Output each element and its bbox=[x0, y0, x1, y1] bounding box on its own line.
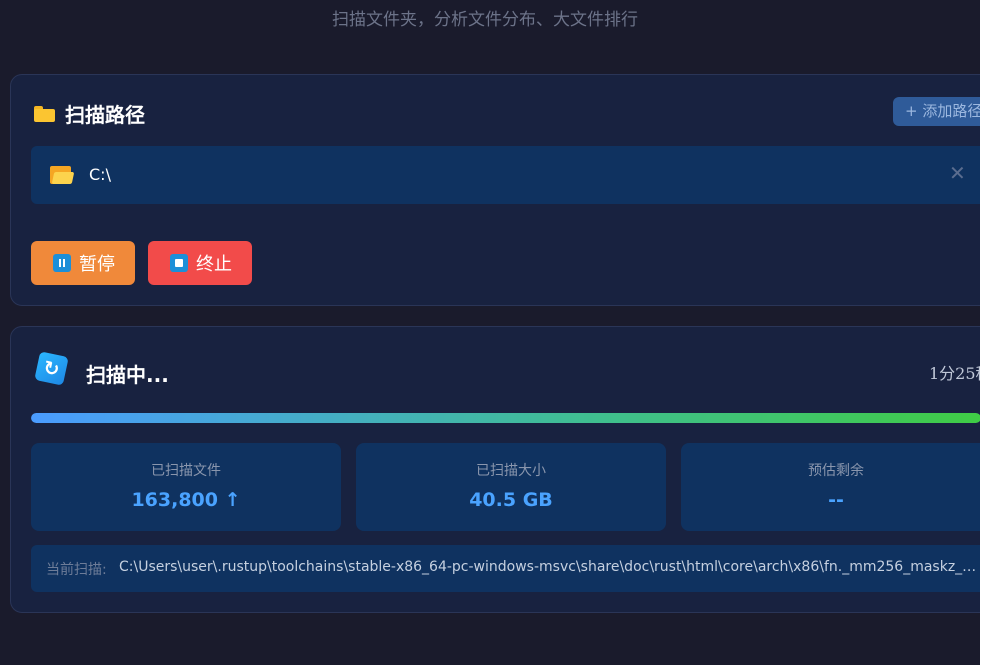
current-scan-label: 当前扫描: bbox=[46, 562, 107, 578]
elapsed-time: 1分25秒 bbox=[929, 364, 981, 383]
progress-fill bbox=[31, 413, 981, 423]
stat-scanned-size: 已扫描大小 40.5 GB bbox=[356, 443, 666, 531]
stat-label: 预估剩余 bbox=[808, 463, 864, 479]
scan-path-header: 扫描路径 bbox=[34, 99, 145, 128]
scan-progress-card: ↻ 扫描中... 1分25秒 已扫描文件 163,800 ↑ 已扫描大小 40.… bbox=[10, 326, 981, 613]
stat-label: 已扫描大小 bbox=[476, 463, 546, 479]
stat-label: 已扫描文件 bbox=[151, 463, 221, 479]
stat-value: 163,800 ↑ bbox=[131, 489, 241, 511]
remove-path-icon[interactable]: ✕ bbox=[949, 161, 966, 185]
current-scan-row: 当前扫描: C:\Users\user\.rustup\toolchains\s… bbox=[31, 545, 981, 592]
stop-button[interactable]: 终止 bbox=[148, 241, 252, 285]
stat-value: 40.5 GB bbox=[469, 489, 553, 511]
stat-estimated-remaining: 预估剩余 -- bbox=[681, 443, 981, 531]
folder-icon bbox=[34, 105, 55, 122]
progress-bar bbox=[31, 413, 981, 423]
stop-icon bbox=[170, 254, 188, 272]
pause-icon bbox=[53, 254, 71, 272]
scan-status-title: 扫描中... bbox=[86, 363, 169, 387]
stat-value: -- bbox=[828, 489, 844, 511]
pause-label: 暂停 bbox=[79, 254, 115, 275]
scan-path-title: 扫描路径 bbox=[65, 103, 145, 127]
stop-label: 终止 bbox=[196, 254, 232, 275]
add-path-button[interactable]: + 添加路径 bbox=[893, 97, 981, 126]
path-text: C:\ bbox=[89, 165, 111, 184]
refresh-icon: ↻ bbox=[34, 351, 69, 386]
current-scan-path: C:\Users\user\.rustup\toolchains\stable-… bbox=[119, 559, 979, 575]
pause-button[interactable]: 暂停 bbox=[31, 241, 135, 285]
path-list-item: C:\ ✕ bbox=[31, 146, 981, 204]
page-subtitle: 扫描文件夹，分析文件分布、大文件排行 bbox=[332, 10, 638, 30]
scan-path-card: 扫描路径 + 添加路径 C:\ ✕ 暂停 终止 bbox=[10, 74, 981, 306]
stat-scanned-files: 已扫描文件 163,800 ↑ bbox=[31, 443, 341, 531]
folder-open-icon bbox=[50, 166, 75, 184]
